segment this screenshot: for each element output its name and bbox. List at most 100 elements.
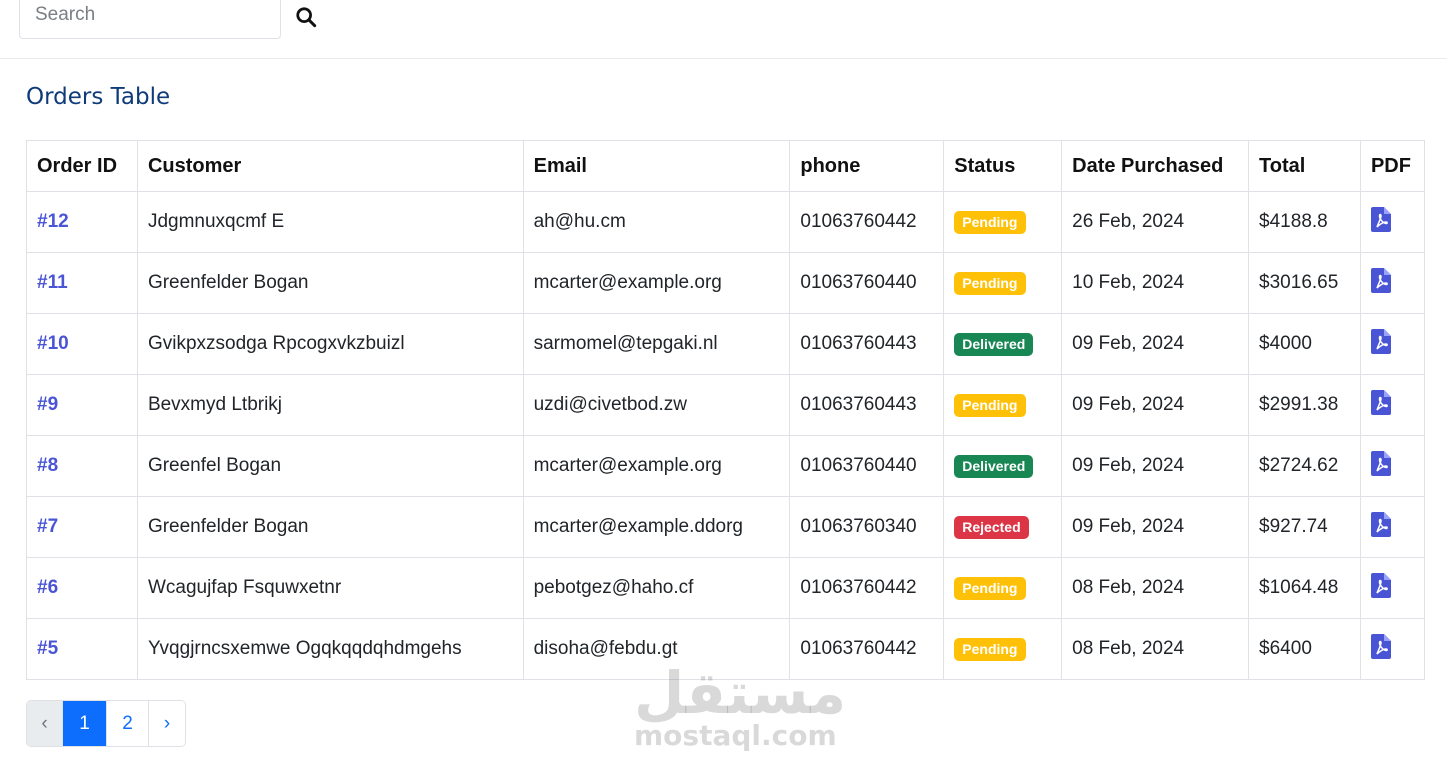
order-id-cell: #9: [26, 374, 138, 436]
order-id-cell: #11: [26, 252, 138, 314]
pagination: ‹ 1 2 ›: [26, 700, 186, 747]
pdf-cell: [1359, 557, 1426, 619]
date-cell: 09 Feb, 2024: [1061, 313, 1250, 375]
pdf-download-button[interactable]: [1370, 511, 1393, 538]
total-cell: $2991.38: [1248, 374, 1361, 436]
top-bar: [0, 0, 1447, 59]
customer-cell: Yvqgjrncsxemwe Ogqkqqdqhdmgehs: [136, 618, 524, 680]
date-cell: 09 Feb, 2024: [1061, 374, 1250, 436]
pagination-page-2[interactable]: 2: [107, 701, 149, 746]
date-cell: 10 Feb, 2024: [1061, 252, 1250, 314]
date-cell: 09 Feb, 2024: [1061, 496, 1250, 558]
customer-cell: Greenfelder Bogan: [136, 252, 524, 314]
table-row: #11 Greenfelder Bogan mcarter@example.or…: [26, 252, 1426, 314]
customer-cell: Jdgmnuxqcmf E: [136, 191, 524, 253]
search-icon: [296, 7, 317, 28]
email-cell: ah@hu.cm: [522, 191, 791, 253]
order-id-link[interactable]: #9: [37, 394, 58, 415]
phone-cell: 01063760440: [789, 252, 945, 314]
total-cell: $4000: [1248, 313, 1361, 375]
status-badge: Delivered: [954, 454, 1034, 478]
total-cell: $2724.62: [1248, 435, 1361, 497]
column-header-email: Email: [522, 140, 791, 192]
phone-cell: 01063760340: [789, 496, 945, 558]
table-row: #10 Gvikpxzsodga Rpcogxvkzbuizl sarmomel…: [26, 313, 1426, 375]
order-id-link[interactable]: #6: [37, 577, 58, 598]
pdf-download-button[interactable]: [1370, 633, 1393, 660]
pdf-download-button[interactable]: [1370, 206, 1393, 233]
order-id-link[interactable]: #8: [37, 455, 58, 476]
status-cell: Delivered: [943, 435, 1063, 497]
date-cell: 09 Feb, 2024: [1061, 435, 1250, 497]
table-row: #9 Bevxmyd Ltbrikj uzdi@civetbod.zw 0106…: [26, 374, 1426, 436]
pdf-file-icon: [1370, 267, 1391, 293]
order-id-link[interactable]: #5: [37, 638, 58, 659]
pdf-cell: [1359, 496, 1426, 558]
table-row: #7 Greenfelder Bogan mcarter@example.ddo…: [26, 496, 1426, 558]
pdf-cell: [1359, 435, 1426, 497]
status-cell: Pending: [943, 252, 1063, 314]
status-badge: Rejected: [954, 515, 1029, 539]
email-cell: mcarter@example.org: [522, 435, 791, 497]
phone-cell: 01063760443: [789, 374, 945, 436]
table-body: #12 Jdgmnuxqcmf E ah@hu.cm 01063760442 P…: [26, 191, 1426, 680]
date-cell: 08 Feb, 2024: [1061, 557, 1250, 619]
column-header-order-id: Order ID: [26, 140, 138, 192]
order-id-link[interactable]: #12: [37, 211, 69, 232]
total-cell: $3016.65: [1248, 252, 1361, 314]
pdf-cell: [1359, 313, 1426, 375]
customer-cell: Wcagujfap Fsquwxetnr: [136, 557, 524, 619]
status-cell: Pending: [943, 191, 1063, 253]
order-id-link[interactable]: #10: [37, 333, 69, 354]
pdf-cell: [1359, 252, 1426, 314]
status-badge: Delivered: [954, 332, 1034, 356]
pdf-file-icon: [1370, 633, 1391, 659]
phone-cell: 01063760442: [789, 557, 945, 619]
customer-cell: Greenfel Bogan: [136, 435, 524, 497]
email-cell: sarmomel@tepgaki.nl: [522, 313, 791, 375]
pdf-download-button[interactable]: [1370, 328, 1393, 355]
search-input[interactable]: [19, 0, 281, 39]
orders-table: Order ID Customer Email phone Status Date Pur…: [26, 140, 1426, 680]
order-id-cell: #8: [26, 435, 138, 497]
pdf-download-button[interactable]: [1370, 572, 1393, 599]
pagination-next-button[interactable]: ›: [149, 701, 185, 746]
pagination-page-1[interactable]: 1: [63, 701, 107, 746]
pdf-file-icon: [1370, 572, 1391, 598]
table-header-row: Order ID Customer Email phone Status Date Pur…: [26, 140, 1426, 192]
order-id-link[interactable]: #11: [37, 272, 68, 293]
pdf-download-button[interactable]: [1370, 389, 1393, 416]
search-button[interactable]: [292, 3, 320, 31]
order-id-link[interactable]: #7: [37, 516, 58, 537]
email-cell: pebotgez@haho.cf: [522, 557, 791, 619]
email-cell: mcarter@example.ddorg: [522, 496, 791, 558]
phone-cell: 01063760442: [789, 618, 945, 680]
status-cell: Pending: [943, 557, 1063, 619]
column-header-phone: phone: [789, 140, 945, 192]
order-id-cell: #7: [26, 496, 138, 558]
status-cell: Rejected: [943, 496, 1063, 558]
date-cell: 08 Feb, 2024: [1061, 618, 1250, 680]
status-badge: Pending: [954, 637, 1026, 661]
email-cell: disoha@febdu.gt: [522, 618, 791, 680]
pdf-file-icon: [1370, 206, 1391, 232]
email-cell: uzdi@civetbod.zw: [522, 374, 791, 436]
column-header-total: Total: [1248, 140, 1361, 192]
page: Orders Table Order IDCustomerEmailphoneS…: [0, 0, 1447, 763]
pdf-download-button[interactable]: [1370, 267, 1393, 294]
page-title: Orders Table: [26, 84, 171, 110]
phone-cell: 01063760443: [789, 313, 945, 375]
pdf-download-button[interactable]: [1370, 450, 1393, 477]
pagination-prev-button[interactable]: ‹: [27, 701, 63, 746]
phone-cell: 01063760442: [789, 191, 945, 253]
watermark-text: mostaql.com: [634, 719, 837, 752]
total-cell: $1064.48: [1248, 557, 1361, 619]
column-header-pdf: PDF: [1359, 140, 1426, 192]
total-cell: $6400: [1248, 618, 1361, 680]
phone-cell: 01063760440: [789, 435, 945, 497]
status-badge: Pending: [954, 271, 1026, 295]
pdf-file-icon: [1370, 450, 1391, 476]
table-row: #8 Greenfel Bogan mcarter@example.org 01…: [26, 435, 1426, 497]
total-cell: $4188.8: [1248, 191, 1361, 253]
customer-cell: Bevxmyd Ltbrikj: [136, 374, 524, 436]
